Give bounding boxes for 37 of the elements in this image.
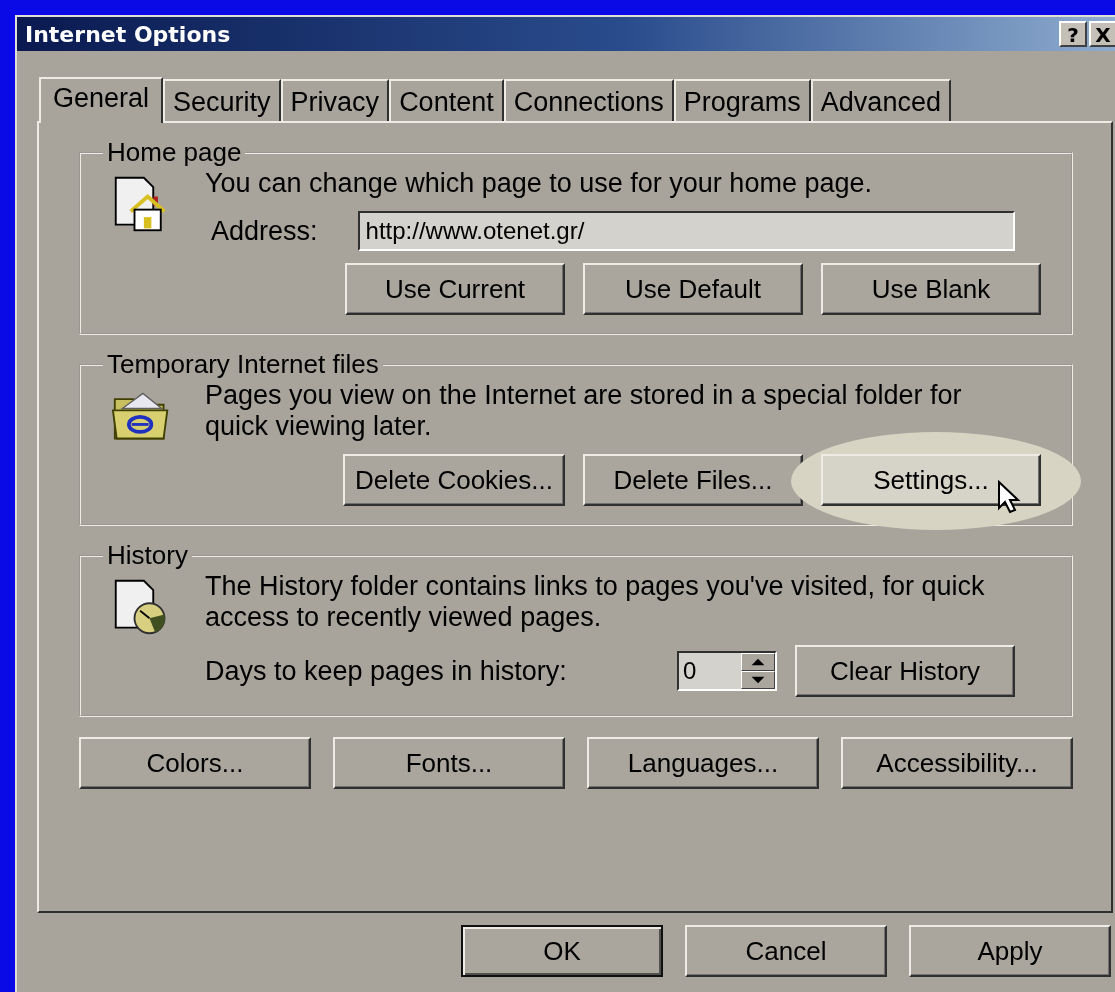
tab[interactable]: Programs: [673, 79, 811, 121]
group-title: Home page: [106, 137, 243, 168]
group-title: Temporary Internet files: [106, 349, 380, 380]
tab[interactable]: Content: [389, 79, 504, 121]
group-button[interactable]: Clear History: [795, 645, 1015, 697]
description-text: Pages you view on the Internet are stored in a special folder for quick viewing later.: [205, 380, 963, 442]
tab[interactable]: Advanced: [810, 79, 951, 121]
group-button[interactable]: Use Default: [583, 263, 803, 315]
address-field[interactable]: http://www.otenet.gr/: [357, 211, 1015, 251]
tab[interactable]: Connections: [503, 79, 674, 121]
panel-button[interactable]: Colors...: [79, 737, 311, 789]
close-button[interactable]: X: [1089, 21, 1115, 47]
group-title: History: [106, 540, 189, 571]
dialog-button[interactable]: OK: [461, 925, 663, 977]
spin-down-icon[interactable]: [741, 671, 775, 689]
group-button[interactable]: Delete Cookies...: [343, 454, 565, 506]
spin-up-icon[interactable]: [741, 653, 775, 671]
window-title: Internet Options: [25, 21, 231, 47]
panel-button[interactable]: Fonts...: [333, 737, 565, 789]
description-text: You can change which page to use for your home page.: [205, 168, 873, 199]
field-label: Address:: [211, 215, 318, 247]
field-label: Days to keep pages in history:: [205, 655, 568, 687]
panel-button[interactable]: Languages...: [587, 737, 819, 789]
help-button[interactable]: ?: [1059, 21, 1087, 47]
group-button[interactable]: Settings...: [821, 454, 1041, 506]
panel-button[interactable]: Accessibility...: [841, 737, 1073, 789]
group-button[interactable]: Use Current: [345, 263, 565, 315]
tab[interactable]: General: [39, 77, 164, 123]
dialog-button[interactable]: Apply: [909, 925, 1111, 977]
pointer-cursor-icon: [997, 480, 1021, 514]
group-button[interactable]: Use Blank: [821, 263, 1041, 315]
days-spinbox[interactable]: 0: [677, 651, 777, 691]
tab[interactable]: Privacy: [280, 79, 390, 121]
description-text: The History folder contains links to pages you've visited, for quick access to recently viewed pages.: [205, 571, 986, 633]
group-button[interactable]: Delete Files...: [583, 454, 803, 506]
tab[interactable]: Security: [163, 79, 281, 121]
dialog-button[interactable]: Cancel: [685, 925, 887, 977]
